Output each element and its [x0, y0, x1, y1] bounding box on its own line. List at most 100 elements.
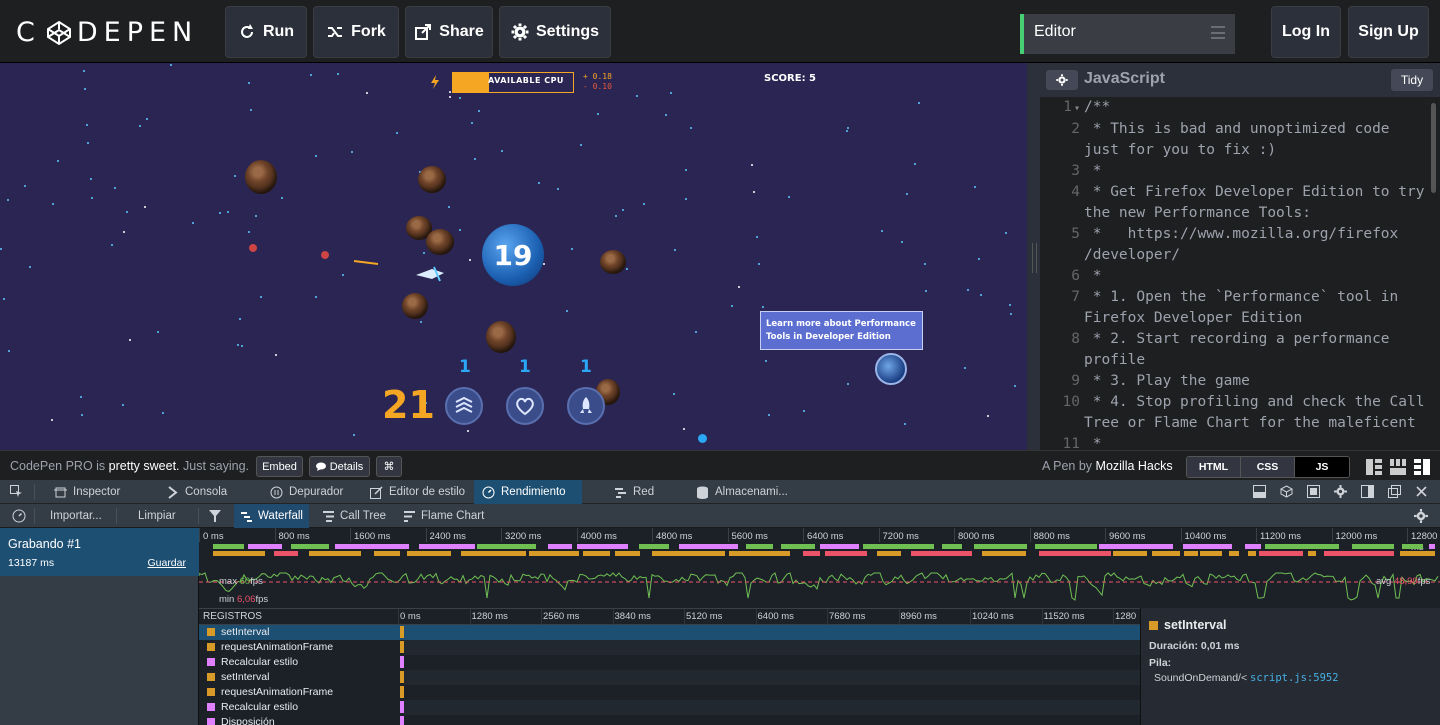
record-row[interactable]: requestAnimationFrame	[199, 640, 1140, 655]
settings-button[interactable]: Settings	[499, 6, 611, 58]
login-button[interactable]: Log In	[1271, 6, 1341, 58]
undock-window-icon[interactable]	[1388, 485, 1401, 498]
stack-source-link[interactable]: script.js:5952	[1250, 672, 1339, 684]
toggle-js[interactable]: JS	[1295, 457, 1349, 477]
close-icon[interactable]	[1415, 485, 1428, 498]
code-line[interactable]: just for you to fix :)	[1040, 140, 1440, 161]
record-stopwatch-icon[interactable]	[12, 509, 26, 523]
view-flame-chart[interactable]: Flame Chart	[403, 504, 484, 528]
details-button[interactable]: Details	[309, 456, 370, 477]
split-console-icon[interactable]	[1253, 485, 1266, 498]
layout-left-icon[interactable]	[1366, 459, 1382, 475]
editor-view-selector[interactable]: Editor	[1020, 14, 1235, 54]
dock-side-icon[interactable]	[1361, 485, 1374, 498]
tab-inspector[interactable]: Inspector	[46, 480, 142, 504]
overview-activity-bar	[213, 551, 265, 556]
code-line[interactable]: 9 * 3. Play the game	[1040, 371, 1440, 392]
3d-view-icon[interactable]	[1280, 485, 1293, 498]
embed-button[interactable]: Embed	[256, 456, 303, 477]
tidy-button[interactable]: Tidy	[1391, 69, 1433, 91]
overview-gridline	[1180, 528, 1182, 542]
js-settings-button[interactable]	[1046, 70, 1078, 90]
toolbox-gear-icon[interactable]	[1334, 485, 1347, 498]
code-line[interactable]: 6 *	[1040, 266, 1440, 287]
record-row[interactable]: Recalcular estilo	[199, 700, 1140, 715]
waterfall-label: Waterfall	[258, 510, 303, 522]
recording-item[interactable]: Grabando #1 13187 ms Guardar	[0, 528, 199, 576]
code-line[interactable]: the new Performance Tools:	[1040, 203, 1440, 224]
code-line[interactable]: 8 * 2. Start recording a performance	[1040, 329, 1440, 350]
code-line[interactable]: Tree or Flame Chart for the maleficent	[1040, 413, 1440, 434]
layout-right-icon[interactable]	[1414, 459, 1430, 475]
star	[126, 211, 128, 213]
code-line[interactable]: 5 * https://www.mozilla.org/firefox	[1040, 224, 1440, 245]
game-preview[interactable]: AVAILABLE CPU + 0.18 - 0.10 SCORE: 5 19 …	[0, 63, 1027, 450]
screenshot-icon[interactable]	[1307, 485, 1320, 498]
tab-debugger[interactable]: Depurador	[262, 480, 360, 504]
code-line[interactable]: /developer/	[1040, 245, 1440, 266]
overview-activity-bar	[583, 551, 610, 556]
powerup-heart-button[interactable]	[506, 387, 544, 425]
signup-button[interactable]: Sign Up	[1348, 6, 1429, 58]
overview-activity-bar	[1402, 544, 1423, 549]
detail-title: setInterval	[1149, 618, 1227, 632]
code-line[interactable]: profile	[1040, 350, 1440, 371]
star	[924, 263, 926, 265]
powerup-shield-button[interactable]	[445, 387, 483, 425]
star	[501, 150, 503, 152]
star	[847, 383, 849, 385]
run-button[interactable]: Run	[225, 6, 307, 58]
code-line[interactable]: 10 * 4. Stop profiling and check the Cal…	[1040, 392, 1440, 413]
save-recording-link[interactable]: Guardar	[147, 557, 186, 569]
view-call-tree[interactable]: Call Tree	[322, 504, 386, 528]
code-line[interactable]: 4 * Get Firefox Developer Edition to try	[1040, 182, 1440, 203]
asteroid	[245, 160, 277, 194]
tab-console[interactable]: Consola	[158, 480, 254, 504]
code-line[interactable]: 2 * This is bad and unoptimized code	[1040, 119, 1440, 140]
star	[571, 248, 573, 250]
code-line[interactable]: 3 *	[1040, 161, 1440, 182]
toggle-html[interactable]: HTML	[1187, 457, 1241, 477]
codepen-logo[interactable]: C DEPEN	[16, 17, 198, 48]
toggle-css[interactable]: CSS	[1241, 457, 1295, 477]
share-button[interactable]: Share	[405, 6, 493, 58]
author-link[interactable]: Mozilla Hacks	[1096, 459, 1173, 473]
pane-resize-handle[interactable]	[1027, 63, 1040, 450]
performance-tooltip[interactable]: Learn more about Performance Tools in De…	[760, 311, 923, 350]
login-label: Log In	[1282, 23, 1330, 40]
code-text: * 1. Open the `Performance` tool in	[1084, 289, 1399, 305]
code-line[interactable]: 11 *	[1040, 434, 1440, 450]
tab-network[interactable]: Red	[606, 480, 686, 504]
clear-button[interactable]: Limpiar	[138, 504, 176, 528]
record-row[interactable]: Recalcular estilo	[199, 655, 1140, 670]
firefox-developer-icon[interactable]	[875, 353, 907, 385]
filter-funnel-icon[interactable]	[208, 509, 222, 523]
code-line[interactable]: 7 * 1. Open the `Performance` tool in	[1040, 287, 1440, 308]
element-picker-icon[interactable]	[10, 485, 23, 498]
editor-scrollbar[interactable]	[1431, 103, 1436, 193]
powerup-rocket-button[interactable]	[567, 387, 605, 425]
record-row[interactable]: Disposición	[199, 715, 1140, 725]
fork-button[interactable]: Fork	[313, 6, 399, 58]
performance-options-gear-icon[interactable]	[1414, 509, 1428, 523]
code-line[interactable]: 1/**	[1040, 97, 1440, 119]
code-line[interactable]: Firefox Developer Edition	[1040, 308, 1440, 329]
record-row[interactable]: requestAnimationFrame	[199, 685, 1140, 700]
overview-activity-bar	[461, 551, 526, 556]
star	[52, 203, 54, 205]
overview-activity-bar	[982, 551, 1026, 556]
view-waterfall[interactable]: Waterfall	[234, 504, 309, 528]
tab-storage[interactable]: Almacenami...	[688, 480, 798, 504]
star	[353, 434, 355, 436]
import-button[interactable]: Importar...	[50, 504, 102, 528]
tab-performance[interactable]: Rendimiento	[474, 480, 582, 504]
record-row[interactable]: setInterval	[199, 670, 1140, 685]
record-row[interactable]: setInterval	[199, 625, 1140, 640]
layout-top-icon[interactable]	[1390, 459, 1406, 475]
keyboard-shortcuts-button[interactable]: ⌘	[376, 456, 402, 477]
code-area[interactable]: 1/**2 * This is bad and unoptimized code…	[1040, 97, 1440, 450]
star	[683, 428, 685, 430]
tab-style-editor[interactable]: Editor de estilo	[362, 480, 470, 504]
timeline-overview[interactable]: max 60fps min 6,06fps avg 48,99fps 0 ms 8…	[199, 528, 1440, 608]
overview-tick: 12000 ms	[1335, 531, 1378, 542]
